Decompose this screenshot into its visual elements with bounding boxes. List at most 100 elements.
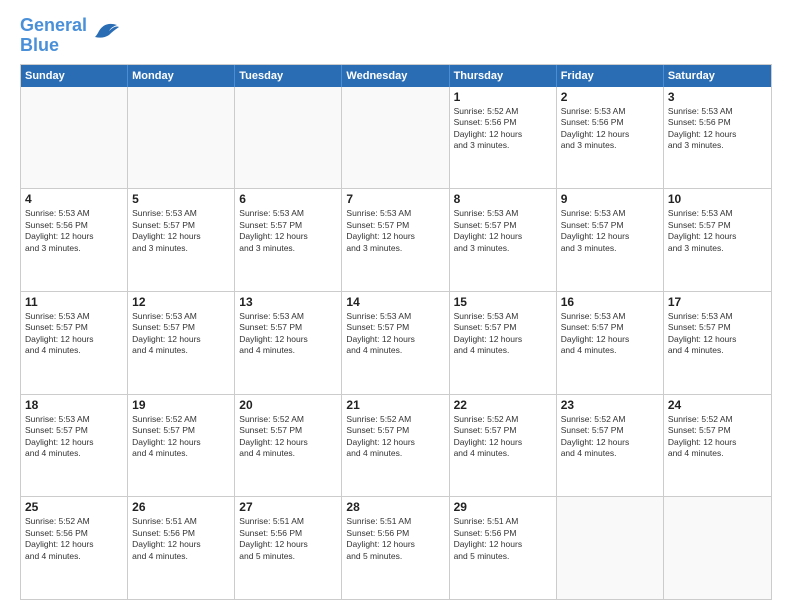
- day-info: Sunrise: 5:53 AM Sunset: 5:57 PM Dayligh…: [454, 311, 552, 357]
- calendar-cell: 9 Sunrise: 5:53 AM Sunset: 5:57 PM Daylig…: [557, 189, 664, 291]
- day-number: 6: [239, 192, 337, 206]
- day-number: 15: [454, 295, 552, 309]
- calendar-cell: [342, 87, 449, 189]
- day-info: Sunrise: 5:53 AM Sunset: 5:57 PM Dayligh…: [454, 208, 552, 254]
- header-day-thursday: Thursday: [450, 65, 557, 87]
- calendar-cell: 6 Sunrise: 5:53 AM Sunset: 5:57 PM Daylig…: [235, 189, 342, 291]
- calendar-cell: 29Sunrise: 5:51 AM Sunset: 5:56 PM Dayli…: [450, 497, 557, 599]
- day-number: 18: [25, 398, 123, 412]
- calendar-cell: 7 Sunrise: 5:53 AM Sunset: 5:57 PM Daylig…: [342, 189, 449, 291]
- calendar-cell: 20 Sunrise: 5:52 AM Sunset: 5:57 PM Dayli…: [235, 395, 342, 497]
- logo-text: GeneralBlue: [20, 16, 87, 56]
- calendar-cell: 14Sunrise: 5:53 AM Sunset: 5:57 PM Dayli…: [342, 292, 449, 394]
- calendar-cell: 2 Sunrise: 5:53 AM Sunset: 5:56 PM Daylig…: [557, 87, 664, 189]
- calendar-week-5: 25 Sunrise: 5:52 AM Sunset: 5:56 PM Dayli…: [21, 496, 771, 599]
- calendar-cell: 8 Sunrise: 5:53 AM Sunset: 5:57 PM Daylig…: [450, 189, 557, 291]
- day-info: Sunrise: 5:53 AM Sunset: 5:57 PM Dayligh…: [132, 208, 230, 254]
- calendar-cell: 27 Sunrise: 5:51 AM Sunset: 5:56 PM Dayli…: [235, 497, 342, 599]
- day-number: 25: [25, 500, 123, 514]
- day-info: Sunrise: 5:52 AM Sunset: 5:56 PM Dayligh…: [25, 516, 123, 562]
- calendar-cell: 1 Sunrise: 5:52 AM Sunset: 5:56 PM Daylig…: [450, 87, 557, 189]
- day-number: 29: [454, 500, 552, 514]
- page: GeneralBlue SundayMondayTuesdayWednesday…: [0, 0, 792, 612]
- header-day-tuesday: Tuesday: [235, 65, 342, 87]
- day-number: 5: [132, 192, 230, 206]
- calendar-cell: 26Sunrise: 5:51 AM Sunset: 5:56 PM Dayli…: [128, 497, 235, 599]
- day-number: 17: [668, 295, 767, 309]
- calendar-cell: 23Sunrise: 5:52 AM Sunset: 5:57 PM Dayli…: [557, 395, 664, 497]
- calendar-week-3: 11 Sunrise: 5:53 AM Sunset: 5:57 PM Dayli…: [21, 291, 771, 394]
- header-day-saturday: Saturday: [664, 65, 771, 87]
- calendar-week-2: 4 Sunrise: 5:53 AM Sunset: 5:56 PM Daylig…: [21, 188, 771, 291]
- header-day-monday: Monday: [128, 65, 235, 87]
- calendar-cell: 25 Sunrise: 5:52 AM Sunset: 5:56 PM Dayli…: [21, 497, 128, 599]
- calendar-header: SundayMondayTuesdayWednesdayThursdayFrid…: [21, 65, 771, 87]
- calendar-cell: [664, 497, 771, 599]
- calendar-cell: 21Sunrise: 5:52 AM Sunset: 5:57 PM Dayli…: [342, 395, 449, 497]
- calendar-cell: 18 Sunrise: 5:53 AM Sunset: 5:57 PM Dayli…: [21, 395, 128, 497]
- day-number: 13: [239, 295, 337, 309]
- day-info: Sunrise: 5:52 AM Sunset: 5:57 PM Dayligh…: [561, 414, 659, 460]
- day-info: Sunrise: 5:53 AM Sunset: 5:57 PM Dayligh…: [25, 414, 123, 460]
- calendar-cell: 17 Sunrise: 5:53 AM Sunset: 5:57 PM Dayli…: [664, 292, 771, 394]
- header: GeneralBlue: [20, 16, 772, 56]
- day-number: 12: [132, 295, 230, 309]
- day-info: Sunrise: 5:53 AM Sunset: 5:57 PM Dayligh…: [239, 208, 337, 254]
- day-number: 22: [454, 398, 552, 412]
- day-number: 9: [561, 192, 659, 206]
- header-day-sunday: Sunday: [21, 65, 128, 87]
- calendar-cell: 22 Sunrise: 5:52 AM Sunset: 5:57 PM Dayli…: [450, 395, 557, 497]
- day-info: Sunrise: 5:52 AM Sunset: 5:56 PM Dayligh…: [454, 106, 552, 152]
- day-number: 11: [25, 295, 123, 309]
- day-number: 20: [239, 398, 337, 412]
- calendar-cell: 5 Sunrise: 5:53 AM Sunset: 5:57 PM Daylig…: [128, 189, 235, 291]
- calendar-cell: 12 Sunrise: 5:53 AM Sunset: 5:57 PM Dayli…: [128, 292, 235, 394]
- day-number: 7: [346, 192, 444, 206]
- day-number: 8: [454, 192, 552, 206]
- calendar: SundayMondayTuesdayWednesdayThursdayFrid…: [20, 64, 772, 600]
- day-info: Sunrise: 5:53 AM Sunset: 5:57 PM Dayligh…: [346, 208, 444, 254]
- calendar-cell: [557, 497, 664, 599]
- day-info: Sunrise: 5:52 AM Sunset: 5:57 PM Dayligh…: [239, 414, 337, 460]
- day-number: 26: [132, 500, 230, 514]
- day-info: Sunrise: 5:52 AM Sunset: 5:57 PM Dayligh…: [346, 414, 444, 460]
- calendar-cell: 19 Sunrise: 5:52 AM Sunset: 5:57 PM Dayli…: [128, 395, 235, 497]
- day-info: Sunrise: 5:53 AM Sunset: 5:57 PM Dayligh…: [25, 311, 123, 357]
- day-number: 4: [25, 192, 123, 206]
- day-number: 16: [561, 295, 659, 309]
- calendar-cell: 28 Sunrise: 5:51 AM Sunset: 5:56 PM Dayli…: [342, 497, 449, 599]
- day-info: Sunrise: 5:53 AM Sunset: 5:57 PM Dayligh…: [132, 311, 230, 357]
- day-info: Sunrise: 5:53 AM Sunset: 5:57 PM Dayligh…: [561, 311, 659, 357]
- day-number: 24: [668, 398, 767, 412]
- day-info: Sunrise: 5:53 AM Sunset: 5:56 PM Dayligh…: [668, 106, 767, 152]
- calendar-cell: 3 Sunrise: 5:53 AM Sunset: 5:56 PM Daylig…: [664, 87, 771, 189]
- day-info: Sunrise: 5:52 AM Sunset: 5:57 PM Dayligh…: [668, 414, 767, 460]
- day-info: Sunrise: 5:53 AM Sunset: 5:57 PM Dayligh…: [561, 208, 659, 254]
- day-info: Sunrise: 5:53 AM Sunset: 5:57 PM Dayligh…: [668, 311, 767, 357]
- day-info: Sunrise: 5:53 AM Sunset: 5:57 PM Dayligh…: [346, 311, 444, 357]
- calendar-cell: [235, 87, 342, 189]
- calendar-cell: 24 Sunrise: 5:52 AM Sunset: 5:57 PM Dayli…: [664, 395, 771, 497]
- day-info: Sunrise: 5:53 AM Sunset: 5:56 PM Dayligh…: [561, 106, 659, 152]
- calendar-week-1: 1 Sunrise: 5:52 AM Sunset: 5:56 PM Daylig…: [21, 87, 771, 189]
- day-info: Sunrise: 5:53 AM Sunset: 5:56 PM Dayligh…: [25, 208, 123, 254]
- calendar-cell: [21, 87, 128, 189]
- header-day-friday: Friday: [557, 65, 664, 87]
- day-number: 10: [668, 192, 767, 206]
- day-number: 1: [454, 90, 552, 104]
- day-info: Sunrise: 5:51 AM Sunset: 5:56 PM Dayligh…: [239, 516, 337, 562]
- day-number: 19: [132, 398, 230, 412]
- day-info: Sunrise: 5:52 AM Sunset: 5:57 PM Dayligh…: [132, 414, 230, 460]
- calendar-cell: 13 Sunrise: 5:53 AM Sunset: 5:57 PM Dayli…: [235, 292, 342, 394]
- calendar-cell: 11 Sunrise: 5:53 AM Sunset: 5:57 PM Dayli…: [21, 292, 128, 394]
- day-number: 28: [346, 500, 444, 514]
- day-info: Sunrise: 5:51 AM Sunset: 5:56 PM Dayligh…: [346, 516, 444, 562]
- day-number: 27: [239, 500, 337, 514]
- calendar-week-4: 18 Sunrise: 5:53 AM Sunset: 5:57 PM Dayli…: [21, 394, 771, 497]
- day-info: Sunrise: 5:53 AM Sunset: 5:57 PM Dayligh…: [239, 311, 337, 357]
- day-number: 2: [561, 90, 659, 104]
- day-info: Sunrise: 5:53 AM Sunset: 5:57 PM Dayligh…: [668, 208, 767, 254]
- day-info: Sunrise: 5:52 AM Sunset: 5:57 PM Dayligh…: [454, 414, 552, 460]
- day-number: 3: [668, 90, 767, 104]
- calendar-cell: [128, 87, 235, 189]
